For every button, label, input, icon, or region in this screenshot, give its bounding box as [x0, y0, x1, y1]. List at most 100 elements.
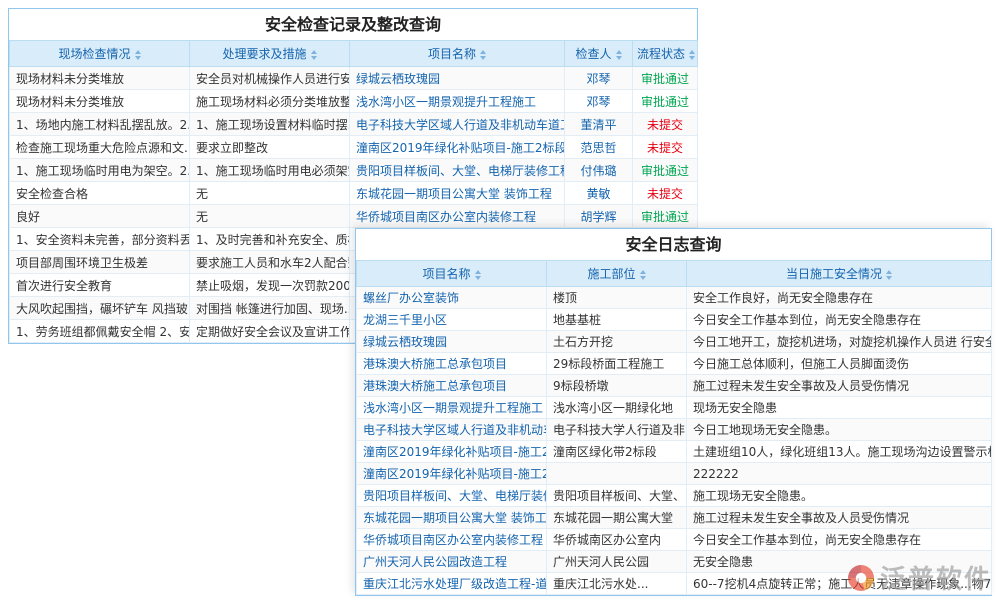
handling-measures: 无 [190, 205, 350, 228]
log-row: 螺丝厂办公室装饰楼顶安全工作良好，尚无安全隐患存在 [357, 287, 992, 309]
daily-safety-status: 施工现场无安全隐患。 [687, 485, 992, 507]
project-name-link[interactable]: 龙湖三千里小区 [357, 309, 547, 331]
status-badge: 审批通过 [633, 90, 698, 113]
project-name-link[interactable]: 电子科技大学区域人行道及非机动车道工程 [357, 419, 547, 441]
log-row: 贵阳项目样板间、大堂、电梯厅装修工程贵阳项目样板间、大堂、...施工现场无安全隐… [357, 485, 992, 507]
project-name-link[interactable]: 绿城云栖玫瑰园 [357, 331, 547, 353]
table-body: 螺丝厂办公室装饰楼顶安全工作良好，尚无安全隐患存在龙湖三千里小区地基基桩今日安全… [357, 287, 992, 595]
project-name-link[interactable]: 绿城云栖玫瑰园 [350, 67, 565, 90]
daily-safety-status: 今日安全工作基本到位，尚无安全隐患存在 [687, 529, 992, 551]
log-row: 华侨城项目南区办公室内装修工程华侨城南区办公室内今日安全工作基本到位，尚无安全隐… [357, 529, 992, 551]
column-header-label: 施工部位 [587, 267, 635, 281]
sort-icon [480, 50, 486, 60]
watermark: 泛普软件 [848, 559, 992, 596]
project-name-link[interactable]: 螺丝厂办公室装饰 [357, 287, 547, 309]
inspection-row: 1、施工现场临时用电为架空。2...1、施工现场临时用电必须架空...贵阳项目样… [10, 159, 698, 182]
inspection-row: 现场材料未分类堆放施工现场材料必须分类堆放整齐...浅水湾小区一期景观提升工程施… [10, 90, 698, 113]
sort-icon [616, 50, 622, 60]
project-name-link[interactable]: 重庆江北污水处理厂级改造工程-道路修复 [357, 573, 547, 595]
project-name-link[interactable]: 东城花园一期项目公寓大堂 装饰工程 [357, 507, 547, 529]
handling-measures: 施工现场材料必须分类堆放整齐... [190, 90, 350, 113]
inspector-name[interactable]: 董清平 [565, 113, 633, 136]
daily-safety-status: 现场无安全隐患 [687, 397, 992, 419]
column-header[interactable]: 流程状态 [633, 41, 698, 67]
project-name-link[interactable]: 贵阳项目样板间、大堂、电梯厅装修工程 [357, 485, 547, 507]
project-name-link[interactable]: 潼南区2019年绿化补贴项目-施工2标段 [350, 136, 565, 159]
log-row: 潼南区2019年绿化补贴项目-施工2标段222222 [357, 463, 992, 485]
construction-part: 东城花园一期公寓大堂 [547, 507, 687, 529]
inspection-situation: 大风吹起围挡，碾坏铲车 风挡玻... [10, 297, 190, 320]
construction-part: 土石方开挖 [547, 331, 687, 353]
construction-part: 重庆江北污水处... [547, 573, 687, 595]
daily-safety-status: 今日施工总体顺利，但施工人员脚面烫伤 [687, 353, 992, 375]
handling-measures: 禁止吸烟，发现一次罚款2000... [190, 274, 350, 297]
inspection-situation: 检查施工现场重大危险点源和文... [10, 136, 190, 159]
inspection-situation: 1、劳务班组都佩戴安全帽 2、安... [10, 320, 190, 343]
inspector-name[interactable]: 邓琴 [565, 67, 633, 90]
status-badge: 审批通过 [633, 205, 698, 228]
inspection-situation: 1、安全资料未完善，部分资料丢... [10, 228, 190, 251]
inspection-situation: 1、场地内施工材料乱摆乱放。2... [10, 113, 190, 136]
construction-part: 楼顶 [547, 287, 687, 309]
daily-safety-status: 今日安全工作基本到位，尚无安全隐患存在 [687, 309, 992, 331]
project-name-link[interactable]: 贵阳项目样板间、大堂、电梯厅装修工程 [350, 159, 565, 182]
log-row: 绿城云栖玫瑰园土石方开挖今日工地开工，旋挖机进场，对旋挖机操作人员进 行安全技术… [357, 331, 992, 353]
inspection-situation: 安全检查合格 [10, 182, 190, 205]
construction-part: 地基基桩 [547, 309, 687, 331]
project-name-link[interactable]: 华侨城项目南区办公室内装修工程 [350, 205, 565, 228]
inspector-name[interactable]: 付伟璐 [565, 159, 633, 182]
status-badge: 审批通过 [633, 67, 698, 90]
column-header[interactable]: 项目名称 [357, 261, 547, 287]
daily-safety-status: 今日工地现场无安全隐患。 [687, 419, 992, 441]
inspector-name[interactable]: 范思哲 [565, 136, 633, 159]
log-row: 港珠澳大桥施工总承包项目29标段桥面工程施工今日施工总体顺利，但施工人员脚面烫伤 [357, 353, 992, 375]
project-name-link[interactable]: 东城花园一期项目公寓大堂 装饰工程 [350, 182, 565, 205]
inspection-situation: 现场材料未分类堆放 [10, 67, 190, 90]
project-name-link[interactable]: 潼南区2019年绿化补贴项目-施工2标段 [357, 441, 547, 463]
log-row: 电子科技大学区域人行道及非机动车道工程电子科技大学人行道及非...今日工地现场无… [357, 419, 992, 441]
construction-part: 浅水湾小区一期绿化地 [547, 397, 687, 419]
column-header[interactable]: 处理要求及措施 [190, 41, 350, 67]
column-header[interactable]: 检查人 [565, 41, 633, 67]
column-header[interactable]: 项目名称 [350, 41, 565, 67]
project-name-link[interactable]: 电子科技大学区域人行道及非机动车道工程 [350, 113, 565, 136]
panel-title: 安全日志查询 [356, 229, 991, 260]
column-header-label: 检查人 [575, 47, 611, 61]
column-header-label: 项目名称 [422, 267, 470, 281]
construction-part [547, 463, 687, 485]
table-header-row: 项目名称 施工部位 当日施工安全情况 [357, 261, 992, 287]
status-badge: 审批通过 [633, 159, 698, 182]
sort-icon [475, 270, 481, 280]
project-name-link[interactable]: 广州天河人民公园改造工程 [357, 551, 547, 573]
log-row: 港珠澳大桥施工总承包项目9标段桥墩施工过程未发生安全事故及人员受伤情况 [357, 375, 992, 397]
column-header-label: 流程状态 [637, 47, 685, 61]
status-badge: 未提交 [633, 182, 698, 205]
handling-measures: 对围挡 帐篷进行加固、现场... [190, 297, 350, 320]
project-name-link[interactable]: 港珠澳大桥施工总承包项目 [357, 375, 547, 397]
project-name-link[interactable]: 港珠澳大桥施工总承包项目 [357, 353, 547, 375]
project-name-link[interactable]: 浅水湾小区一期景观提升工程施工 [350, 90, 565, 113]
log-row: 东城花园一期项目公寓大堂 装饰工程东城花园一期公寓大堂施工过程未发生安全事故及人… [357, 507, 992, 529]
column-header-label: 当日施工安全情况 [786, 267, 882, 281]
inspector-name[interactable]: 胡学辉 [565, 205, 633, 228]
sort-icon [689, 50, 695, 60]
handling-measures: 1、施工现场设置材料临时摆... [190, 113, 350, 136]
column-header[interactable]: 现场检查情况 [10, 41, 190, 67]
daily-safety-status: 今日工地开工，旋挖机进场，对旋挖机操作人员进 行安全技术... [687, 331, 992, 353]
safety-log-table: 项目名称 施工部位 当日施工安全情况 螺丝厂办公室装饰楼顶安全工作良好，尚无安全隐患… [356, 260, 992, 595]
construction-part: 电子科技大学人行道及非... [547, 419, 687, 441]
inspector-name[interactable]: 邓琴 [565, 90, 633, 113]
daily-safety-status: 土建班组10人，绿化班组13人。施工现场沟边设置警示标识，... [687, 441, 992, 463]
column-header[interactable]: 当日施工安全情况 [687, 261, 992, 287]
panel-title: 安全检查记录及整改查询 [9, 9, 697, 40]
project-name-link[interactable]: 浅水湾小区一期景观提升工程施工 [357, 397, 547, 419]
project-name-link[interactable]: 潼南区2019年绿化补贴项目-施工2标段 [357, 463, 547, 485]
log-row: 龙湖三千里小区地基基桩今日安全工作基本到位，尚无安全隐患存在 [357, 309, 992, 331]
daily-safety-status: 安全工作良好，尚无安全隐患存在 [687, 287, 992, 309]
log-row: 潼南区2019年绿化补贴项目-施工2标段潼南区绿化带2标段土建班组10人，绿化班… [357, 441, 992, 463]
inspection-row: 现场材料未分类堆放安全员对机械操作人员进行安全...绿城云栖玫瑰园邓琴审批通过 [10, 67, 698, 90]
project-name-link[interactable]: 华侨城项目南区办公室内装修工程 [357, 529, 547, 551]
column-header[interactable]: 施工部位 [547, 261, 687, 287]
inspector-name[interactable]: 黄敏 [565, 182, 633, 205]
handling-measures: 要求施工人员和水车2人配合整... [190, 251, 350, 274]
